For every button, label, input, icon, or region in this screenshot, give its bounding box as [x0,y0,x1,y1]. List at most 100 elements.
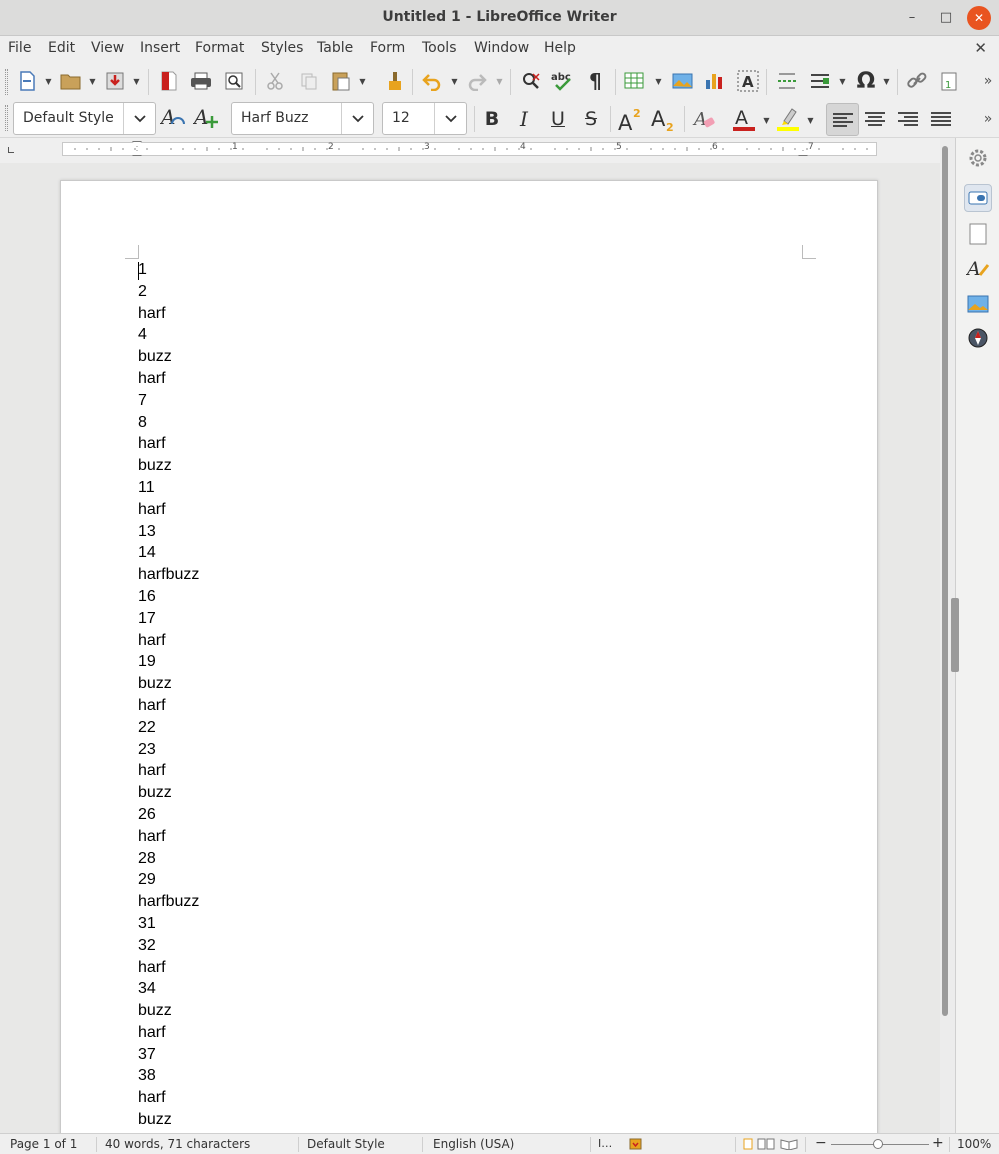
align-right-icon[interactable] [895,106,921,132]
document-line[interactable]: 31 [138,913,199,935]
footnote-icon[interactable]: 1 [936,68,962,94]
find-replace-icon[interactable] [518,68,544,94]
document-line[interactable]: buzz [138,673,199,695]
insert-table-dropdown-icon[interactable]: ▼ [654,75,663,87]
font-name-combo[interactable]: Harf Buzz [231,102,374,135]
navigator-icon[interactable] [964,324,992,352]
close-window-button[interactable]: ✕ [967,6,991,30]
justify-icon[interactable] [928,106,954,132]
save-dropdown-icon[interactable]: ▼ [132,75,141,87]
document-line[interactable]: harf [138,957,199,979]
insert-textbox-icon[interactable]: A [735,68,761,94]
multi-page-view-icon[interactable] [757,1138,775,1153]
toolbar-overflow-icon[interactable]: » [975,106,999,132]
copy-icon[interactable] [296,68,322,94]
align-center-icon[interactable] [862,106,888,132]
font-size-combo[interactable]: 12 [382,102,467,135]
menu-format[interactable]: Format [195,40,244,56]
redo-dropdown-icon[interactable]: ▼ [495,75,504,87]
italic-icon[interactable]: I [511,106,537,132]
highlighting-dropdown-icon[interactable]: ▼ [806,114,815,126]
document-line[interactable]: 14 [138,542,199,564]
document-line[interactable]: harf [138,630,199,652]
chevron-down-icon[interactable] [341,103,373,134]
document-line[interactable]: harf [138,695,199,717]
word-count[interactable]: 40 words, 71 characters [105,1137,250,1151]
insert-image-icon[interactable] [670,68,696,94]
document-line[interactable]: 38 [138,1065,199,1087]
highlighting-icon[interactable] [775,106,801,132]
insert-chart-icon[interactable] [702,68,728,94]
strikethrough-icon[interactable]: S [578,106,604,132]
print-preview-icon[interactable] [221,68,247,94]
document-line[interactable]: harfbuzz [138,891,199,913]
underline-icon[interactable]: U [545,106,571,132]
export-pdf-icon[interactable] [156,68,182,94]
scrollbar-thumb[interactable] [942,146,948,1016]
tab-type-icon[interactable] [8,147,14,153]
new-document-icon[interactable] [14,68,40,94]
insert-field-dropdown-icon[interactable]: ▼ [838,75,847,87]
menu-insert[interactable]: Insert [140,40,180,56]
document-line[interactable]: 16 [138,586,199,608]
formatting-marks-icon[interactable]: ¶ [584,68,610,94]
menu-window[interactable]: Window [474,40,529,56]
menu-view[interactable]: View [91,40,124,56]
cut-icon[interactable] [262,68,288,94]
document-line[interactable]: 32 [138,935,199,957]
zoom-out-button[interactable]: − [815,1135,827,1151]
gallery-icon[interactable] [964,290,992,318]
sidebar-settings-icon[interactable] [964,144,992,172]
horizontal-ruler[interactable]: 1 2 3 4 5 6 7 [62,141,877,156]
zoom-slider-handle[interactable] [873,1139,883,1149]
undo-dropdown-icon[interactable]: ▼ [450,75,459,87]
document-line[interactable]: harfbuzz [138,564,199,586]
chevron-down-icon[interactable] [123,103,155,134]
document-line[interactable]: 11 [138,477,199,499]
zoom-level[interactable]: 100% [957,1137,991,1151]
maximize-button[interactable]: □ [934,6,958,30]
menu-help[interactable]: Help [544,40,576,56]
special-character-icon[interactable]: Ω [853,68,879,94]
paste-dropdown-icon[interactable]: ▼ [358,75,367,87]
undo-icon[interactable] [419,68,445,94]
new-style-icon[interactable]: A [193,105,219,131]
document-line[interactable]: harf [138,1022,199,1044]
menu-edit[interactable]: Edit [48,40,75,56]
insert-mode-icon[interactable]: I… [598,1137,612,1150]
redo-icon[interactable] [464,68,490,94]
document-line[interactable]: 29 [138,869,199,891]
spelling-icon[interactable]: abc [550,68,576,94]
new-document-dropdown-icon[interactable]: ▼ [44,75,53,87]
document-workspace[interactable]: 1 2 harf 4 buzz harf 7 8 harf buzz 11 harf 13 14 harfb… [0,163,940,1133]
document-line[interactable]: 1 [138,259,199,281]
page-icon[interactable] [964,220,992,248]
update-style-icon[interactable]: A [160,105,186,131]
special-character-dropdown-icon[interactable]: ▼ [882,75,891,87]
chevron-down-icon[interactable] [434,103,466,134]
document-line[interactable]: buzz [138,782,199,804]
sidebar-collapse-handle[interactable] [951,598,959,672]
document-line[interactable]: harf [138,1087,199,1109]
document-line[interactable]: harf [138,499,199,521]
clear-formatting-icon[interactable]: A [692,106,718,132]
font-color-dropdown-icon[interactable]: ▼ [762,114,771,126]
document-modified-icon[interactable] [629,1138,642,1153]
document-line[interactable]: buzz [138,455,199,477]
insert-field-icon[interactable] [807,68,833,94]
document-page[interactable]: 1 2 harf 4 buzz harf 7 8 harf buzz 11 harf 13 14 harfb… [60,180,878,1133]
page-style[interactable]: Default Style [307,1137,385,1151]
page-count[interactable]: Page 1 of 1 [10,1137,77,1151]
properties-icon[interactable] [964,184,992,212]
menu-styles[interactable]: Styles [261,40,303,56]
language[interactable]: English (USA) [433,1137,514,1151]
subscript-icon[interactable]: A2 [650,106,676,132]
toolbar-grip[interactable] [5,105,8,131]
document-line[interactable]: 19 [138,651,199,673]
open-dropdown-icon[interactable]: ▼ [88,75,97,87]
single-page-view-icon[interactable] [742,1138,754,1153]
insert-table-icon[interactable] [622,68,648,94]
document-line[interactable]: 26 [138,804,199,826]
document-line[interactable]: buzz [138,346,199,368]
minimize-button[interactable]: – [900,6,924,30]
